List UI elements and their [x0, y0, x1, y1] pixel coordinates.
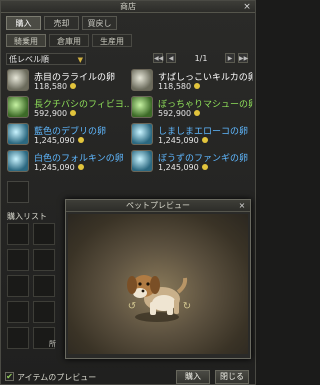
puppy-icon [127, 275, 188, 322]
purchase-slot[interactable] [33, 223, 55, 245]
close-icon[interactable]: × [237, 201, 247, 211]
subtab-crafting[interactable]: 生産用 [92, 34, 132, 47]
list-item[interactable]: 白色のフォルキンの卵 1,245,090 [6, 150, 128, 176]
pet-preview-title: ペットプレビュー [126, 201, 190, 210]
sort-dropdown-value: 低レベル順 [9, 55, 49, 64]
coin-icon [77, 137, 84, 143]
item-price: 118,580 [158, 82, 201, 91]
coin-icon [70, 83, 77, 89]
item-price: 1,245,090 [34, 163, 84, 172]
coin-icon [77, 164, 84, 170]
list-item[interactable]: しましまエローコの卵 1,245,090 [130, 123, 252, 149]
page-indicator: 1/1 [194, 54, 208, 63]
shop-title: 商店 [120, 2, 136, 11]
buy-button[interactable]: 購入 [176, 370, 210, 384]
list-item[interactable]: 藍色のデブリの卵 1,245,090 [6, 123, 128, 149]
list-item[interactable]: すばしっこいキルカの卵 118,580 [130, 69, 253, 95]
coin-icon [194, 83, 201, 89]
coin-icon [201, 164, 208, 170]
coin-icon [194, 110, 201, 116]
egg-icon [131, 96, 153, 118]
egg-icon [7, 123, 29, 145]
bottom-bar: ✔ アイテムのプレビュー 購入 閉じる [1, 369, 255, 384]
list-item[interactable]: 長クチバシのフィビヨ... 592,900 [6, 96, 129, 122]
close-icon[interactable]: × [242, 2, 252, 12]
egg-icon [131, 123, 153, 145]
item-price: 1,245,090 [158, 136, 208, 145]
chevron-down-icon: ▼ [77, 56, 83, 64]
purchase-slot[interactable] [33, 275, 55, 297]
tab-buyback[interactable]: 買戻し [82, 16, 117, 30]
preview-checkbox-label: アイテムのプレビュー [17, 373, 97, 382]
shop-tabs: 購入 売却 買戻し [6, 16, 117, 30]
purchase-slot[interactable] [33, 301, 55, 323]
shop-window: 商店 × 購入 売却 買戻し 騎乗用 倉庫用 生産用 低レベル順 ▼ ◀◀ ◀ … [0, 0, 256, 385]
tab-buy[interactable]: 購入 [6, 16, 41, 30]
item-price: 1,245,090 [34, 136, 84, 145]
purchase-slot[interactable] [33, 249, 55, 271]
purchase-slot[interactable] [7, 249, 29, 271]
egg-icon [7, 150, 29, 172]
prev-page-button[interactable]: ◀ [166, 53, 176, 63]
pet-preview-window: ペットプレビュー × ↺ ↻ [65, 199, 251, 359]
last-page-button[interactable]: ▶▶ [238, 53, 248, 63]
first-page-button[interactable]: ◀◀ [153, 53, 163, 63]
sort-dropdown[interactable]: 低レベル順 ▼ [6, 53, 86, 65]
empty-item-slot [7, 181, 29, 203]
subtab-storage[interactable]: 倉庫用 [49, 34, 89, 47]
coin-icon [201, 137, 208, 143]
shop-titlebar[interactable]: 商店 × [1, 1, 255, 13]
close-button[interactable]: 閉じる [215, 370, 249, 384]
category-subtabs: 騎乗用 倉庫用 生産用 [6, 34, 132, 48]
egg-icon [131, 69, 153, 91]
item-price: 592,900 [34, 109, 77, 118]
subtab-mount[interactable]: 騎乗用 [6, 34, 46, 47]
purchase-list-label: 購入リスト [7, 212, 47, 221]
partial-label: 所 [49, 340, 56, 348]
purchase-list-grid [7, 223, 67, 363]
next-page-button[interactable]: ▶ [225, 53, 235, 63]
egg-icon [131, 150, 153, 172]
list-item[interactable]: ぼうずのファンギの卵 1,245,090 [130, 150, 252, 176]
purchase-slot[interactable] [7, 327, 29, 349]
list-item[interactable]: ぼっちゃりマシューの卵 592,900 [130, 96, 253, 122]
coin-icon [70, 110, 77, 116]
pet-preview-titlebar[interactable]: ペットプレビュー × [66, 200, 250, 212]
purchase-slot[interactable] [7, 301, 29, 323]
pet-preview-stage[interactable]: ↺ ↻ [68, 214, 248, 354]
item-price: 592,900 [158, 109, 201, 118]
tab-sell[interactable]: 売却 [44, 16, 79, 30]
item-price: 1,245,090 [158, 163, 208, 172]
preview-checkbox[interactable]: ✔ [5, 372, 14, 381]
list-item[interactable]: 赤目のラライルの卵 118,580 [6, 69, 128, 95]
egg-icon [7, 69, 29, 91]
egg-icon [7, 96, 29, 118]
item-price: 118,580 [34, 82, 77, 91]
rotate-right-icon[interactable]: ↻ [178, 302, 196, 312]
pager: ◀◀ ◀ 1/1 ▶ ▶▶ [153, 53, 249, 65]
purchase-slot[interactable] [7, 223, 29, 245]
purchase-slot[interactable] [7, 275, 29, 297]
rotate-left-icon[interactable]: ↺ [123, 302, 141, 312]
